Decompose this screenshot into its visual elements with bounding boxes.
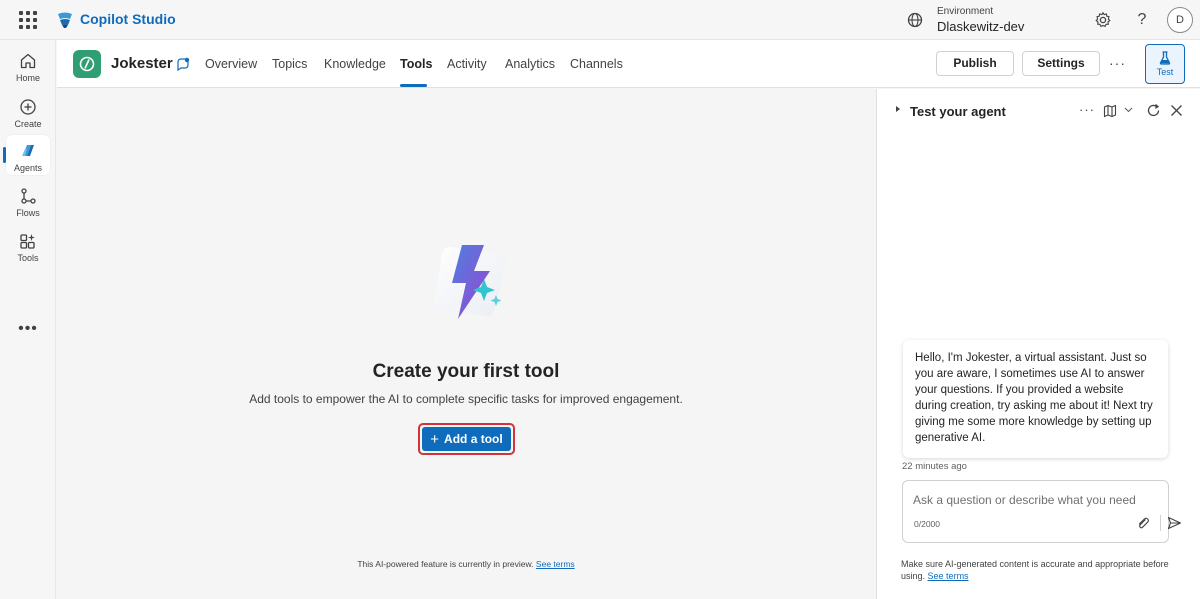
left-nav-rail: Home Create Agents Flows Tools ••• bbox=[0, 40, 56, 599]
add-tool-label: Add a tool bbox=[444, 432, 503, 446]
top-bar: Copilot Studio Environment Dlaskewitz-de… bbox=[0, 0, 1200, 40]
rail-item-label: Home bbox=[15, 73, 40, 83]
see-terms-link[interactable]: See terms bbox=[536, 559, 575, 569]
flask-icon bbox=[1159, 51, 1171, 65]
environment-picker[interactable]: Dlaskewitz-dev bbox=[937, 19, 1024, 34]
rail-item-home[interactable]: Home bbox=[0, 44, 56, 88]
agent-logo-icon bbox=[73, 50, 101, 78]
agent-header: Jokester Overview Topics Knowledge Tools… bbox=[57, 40, 1200, 88]
help-icon[interactable]: ? bbox=[1132, 10, 1152, 30]
lightning-sparkle-icon bbox=[434, 245, 507, 319]
panel-more-button[interactable]: ··· bbox=[1079, 102, 1095, 117]
attach-icon[interactable] bbox=[1136, 516, 1150, 530]
rail-item-label: Agents bbox=[13, 163, 43, 173]
preview-notice-text: This AI-powered feature is currently in … bbox=[357, 559, 534, 569]
agent-name: Jokester bbox=[111, 55, 173, 72]
publish-button[interactable]: Publish bbox=[936, 51, 1014, 76]
settings-button[interactable]: Settings bbox=[1022, 51, 1100, 76]
settings-gear-icon[interactable] bbox=[1093, 10, 1113, 30]
tab-activity[interactable]: Activity bbox=[447, 57, 487, 71]
plus-icon: + bbox=[430, 431, 440, 448]
more-options-button[interactable]: ··· bbox=[1109, 55, 1126, 71]
input-divider bbox=[1160, 515, 1161, 531]
chat-input-box[interactable]: Ask a question or describe what you need… bbox=[902, 480, 1182, 543]
create-plus-icon bbox=[20, 99, 36, 115]
avatar[interactable]: D bbox=[1167, 7, 1193, 33]
active-tab-indicator bbox=[400, 84, 427, 87]
map-icon[interactable] bbox=[1103, 104, 1117, 118]
rail-item-label: Tools bbox=[17, 253, 39, 263]
rail-item-agents[interactable]: Agents bbox=[0, 134, 56, 178]
tab-knowledge[interactable]: Knowledge bbox=[324, 57, 386, 71]
test-agent-panel: Test your agent ··· Hello, I'm Jokester,… bbox=[876, 89, 1200, 599]
send-icon[interactable] bbox=[1167, 516, 1182, 530]
app-name[interactable]: Copilot Studio bbox=[80, 11, 176, 27]
rail-more-button[interactable]: ••• bbox=[0, 320, 56, 338]
char-counter: 0/2000 bbox=[914, 519, 940, 529]
test-button[interactable]: Test bbox=[1145, 44, 1185, 84]
app-launcher-icon[interactable] bbox=[19, 11, 37, 29]
refresh-icon[interactable] bbox=[1146, 103, 1161, 118]
add-tool-button[interactable]: + Add a tool bbox=[422, 427, 511, 451]
tab-topics[interactable]: Topics bbox=[272, 57, 307, 71]
home-icon bbox=[20, 53, 36, 69]
agents-icon bbox=[22, 145, 34, 156]
tab-tools[interactable]: Tools bbox=[400, 57, 432, 71]
agent-status-icon[interactable] bbox=[175, 56, 191, 72]
copilot-studio-logo-icon bbox=[58, 12, 72, 28]
add-tool-highlight: + Add a tool bbox=[418, 423, 515, 455]
flows-icon bbox=[21, 188, 36, 204]
tab-overview[interactable]: Overview bbox=[205, 57, 257, 71]
tab-analytics[interactable]: Analytics bbox=[505, 57, 555, 71]
rail-item-label: Flows bbox=[16, 208, 40, 218]
rail-item-create[interactable]: Create bbox=[0, 90, 56, 134]
chat-input-placeholder[interactable]: Ask a question or describe what you need bbox=[913, 493, 1136, 507]
empty-state-description: Add tools to empower the AI to complete … bbox=[249, 392, 683, 406]
rail-item-label: Create bbox=[14, 119, 42, 129]
preview-notice: This AI-powered feature is currently in … bbox=[57, 559, 875, 569]
environment-label: Environment bbox=[937, 6, 994, 17]
chevron-down-icon[interactable] bbox=[1124, 107, 1133, 113]
collapse-chevron-icon[interactable] bbox=[896, 106, 900, 112]
bot-message-bubble: Hello, I'm Jokester, a virtual assistant… bbox=[903, 340, 1168, 458]
see-terms-link[interactable]: See terms bbox=[928, 571, 969, 581]
ai-disclaimer: Make sure AI-generated content is accura… bbox=[901, 558, 1186, 582]
environment-icon bbox=[907, 12, 923, 28]
tools-empty-state: Create your first tool Add tools to empo… bbox=[57, 89, 875, 599]
tools-icon bbox=[20, 234, 35, 249]
tab-channels[interactable]: Channels bbox=[570, 57, 623, 71]
close-icon[interactable] bbox=[1170, 104, 1183, 117]
empty-state-title: Create your first tool bbox=[372, 361, 560, 382]
message-timestamp: 22 minutes ago bbox=[902, 461, 967, 472]
test-button-label: Test bbox=[1156, 67, 1174, 77]
active-indicator bbox=[3, 147, 6, 163]
panel-title: Test your agent bbox=[910, 104, 1006, 119]
rail-item-tools[interactable]: Tools bbox=[0, 224, 56, 268]
rail-item-flows[interactable]: Flows bbox=[0, 179, 56, 223]
